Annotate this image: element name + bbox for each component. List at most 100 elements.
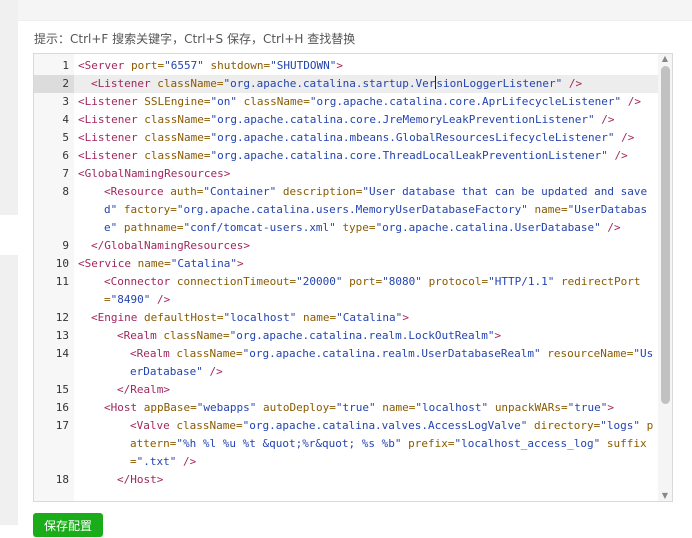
code-token: ".txt" — [136, 455, 177, 468]
line-text[interactable]: <Valve className="org.apache.catalina.va… — [74, 417, 658, 471]
code-line[interactable]: 7 <GlobalNamingResources> — [34, 165, 658, 183]
code-token: <Realm — [117, 329, 157, 342]
code-line[interactable]: 6 <Listener className="org.apache.catalin… — [34, 147, 658, 165]
code-line[interactable]: 8 <Resource auth="Container" description=… — [34, 183, 658, 237]
code-token: <Listener — [78, 149, 138, 162]
code-line[interactable]: 13 <Realm className="org.apache.catalina.… — [34, 327, 658, 345]
code-line[interactable]: 18 </Host> — [34, 471, 658, 489]
code-token: "org.apache.catalina.core.JreMemoryLeakP… — [210, 113, 595, 126]
code-token: /> — [614, 149, 628, 162]
line-number: 16 — [55, 401, 69, 414]
code-line[interactable]: 17 <Valve className="org.apache.catalina.… — [34, 417, 658, 471]
code-token: "8080" — [382, 275, 422, 288]
line-text[interactable]: <Listener className="org.apache.catalina… — [74, 129, 658, 147]
code-token: "conf/tomcat-users.xml" — [183, 221, 336, 234]
line-number: 4 — [62, 113, 69, 126]
code-token: name= — [534, 203, 568, 216]
code-line[interactable]: 11 <Connector connectionTimeout="20000" p… — [34, 273, 658, 309]
line-text[interactable]: <Connector connectionTimeout="20000" por… — [74, 273, 658, 309]
code-line[interactable]: 16 <Host appBase="webapps" autoDeploy="tr… — [34, 399, 658, 417]
code-line[interactable]: 4 <Listener className="org.apache.catalin… — [34, 111, 658, 129]
line-text[interactable]: <Engine defaultHost="localhost" name="Ca… — [74, 309, 658, 327]
code-line[interactable]: 15 </Realm> — [34, 381, 658, 399]
code-token: <Connector — [104, 275, 171, 288]
code-line[interactable]: 5 <Listener className="org.apache.catalin… — [34, 129, 658, 147]
code-token: /> — [157, 293, 171, 306]
code-lines[interactable]: 1 <Server port="6557" shutdown="SHUTDOWN"… — [34, 57, 658, 489]
code-token: autoDeploy= — [262, 401, 336, 414]
code-token: "8490" — [110, 293, 151, 306]
line-text[interactable]: <Service name="Catalina"> — [74, 255, 658, 273]
left-panel-notch — [0, 215, 18, 255]
code-line[interactable]: 12 <Engine defaultHost="localhost" name="… — [34, 309, 658, 327]
code-token: name= — [137, 257, 171, 270]
line-number: 14 — [55, 347, 69, 360]
code-token: /> — [621, 131, 635, 144]
code-token: </GlobalNamingResources> — [91, 239, 250, 252]
line-text[interactable]: </GlobalNamingResources> — [74, 237, 658, 255]
code-token: "localhost_access_log" — [454, 437, 601, 450]
code-token: "%h %l %u %t &quot;%r&quot; %s %b" — [176, 437, 402, 450]
line-number: 10 — [55, 257, 69, 270]
line-number: 11 — [55, 275, 69, 288]
code-line[interactable]: 2 <Listener className="org.apache.catalin… — [34, 75, 658, 93]
line-number: 6 — [62, 149, 69, 162]
code-token: > — [336, 59, 343, 72]
code-token: connectionTimeout= — [176, 275, 297, 288]
code-token: "org.apache.catalina.startup.Ver — [223, 77, 436, 90]
scroll-up-icon[interactable]: ▲ — [660, 54, 670, 64]
code-line[interactable]: 9 </GlobalNamingResources> — [34, 237, 658, 255]
code-token: className= — [176, 419, 243, 432]
line-text[interactable]: <Listener className="org.apache.catalina… — [74, 75, 658, 93]
code-token: <Resource — [104, 185, 164, 198]
code-token: protocol= — [428, 275, 489, 288]
code-token: unpackWARs= — [494, 401, 568, 414]
code-token: resourceName= — [547, 347, 634, 360]
code-token: "webapps" — [196, 401, 257, 414]
line-text[interactable]: <Realm className="org.apache.catalina.re… — [74, 345, 658, 381]
line-text[interactable]: </Host> — [74, 471, 658, 489]
line-text[interactable]: <GlobalNamingResources> — [74, 165, 658, 183]
line-number: 12 — [55, 311, 69, 324]
code-line[interactable]: 10 <Service name="Catalina"> — [34, 255, 658, 273]
code-token: /> — [607, 221, 621, 234]
line-text[interactable]: <Realm className="org.apache.catalina.re… — [74, 327, 658, 345]
line-text[interactable]: <Listener className="org.apache.catalina… — [74, 147, 658, 165]
code-token: "true" — [567, 401, 608, 414]
code-line[interactable]: 1 <Server port="6557" shutdown="SHUTDOWN"… — [34, 57, 658, 75]
line-text[interactable]: <Server port="6557" shutdown="SHUTDOWN"> — [74, 57, 658, 75]
scroll-down-icon[interactable]: ▼ — [660, 491, 670, 501]
code-token: appBase= — [143, 401, 197, 414]
code-token: "logs" — [600, 419, 640, 432]
scrollbar-thumb[interactable] — [661, 66, 670, 404]
code-line[interactable]: 3 <Listener SSLEngine="on" className="org… — [34, 93, 658, 111]
code-token: auth= — [170, 185, 204, 198]
line-text[interactable]: </Realm> — [74, 381, 658, 399]
code-editor[interactable]: 1 <Server port="6557" shutdown="SHUTDOWN"… — [33, 53, 673, 502]
code-line[interactable]: 14 <Realm className="org.apache.catalina.… — [34, 345, 658, 381]
line-text[interactable]: <Host appBase="webapps" autoDeploy="true… — [74, 399, 658, 417]
code-token: "Container" — [203, 185, 277, 198]
line-text[interactable]: <Resource auth="Container" description= "… — [74, 183, 658, 237]
line-text[interactable]: <Listener className="org.apache.catalina… — [74, 111, 658, 129]
code-token: > — [607, 401, 615, 414]
editor-scrollbar[interactable]: ▲ ▼ — [658, 54, 672, 501]
save-config-button[interactable]: 保存配置 — [33, 513, 103, 537]
code-token: className= — [163, 329, 230, 342]
line-text[interactable]: <Listener SSLEngine="on" className="org.… — [74, 93, 658, 111]
